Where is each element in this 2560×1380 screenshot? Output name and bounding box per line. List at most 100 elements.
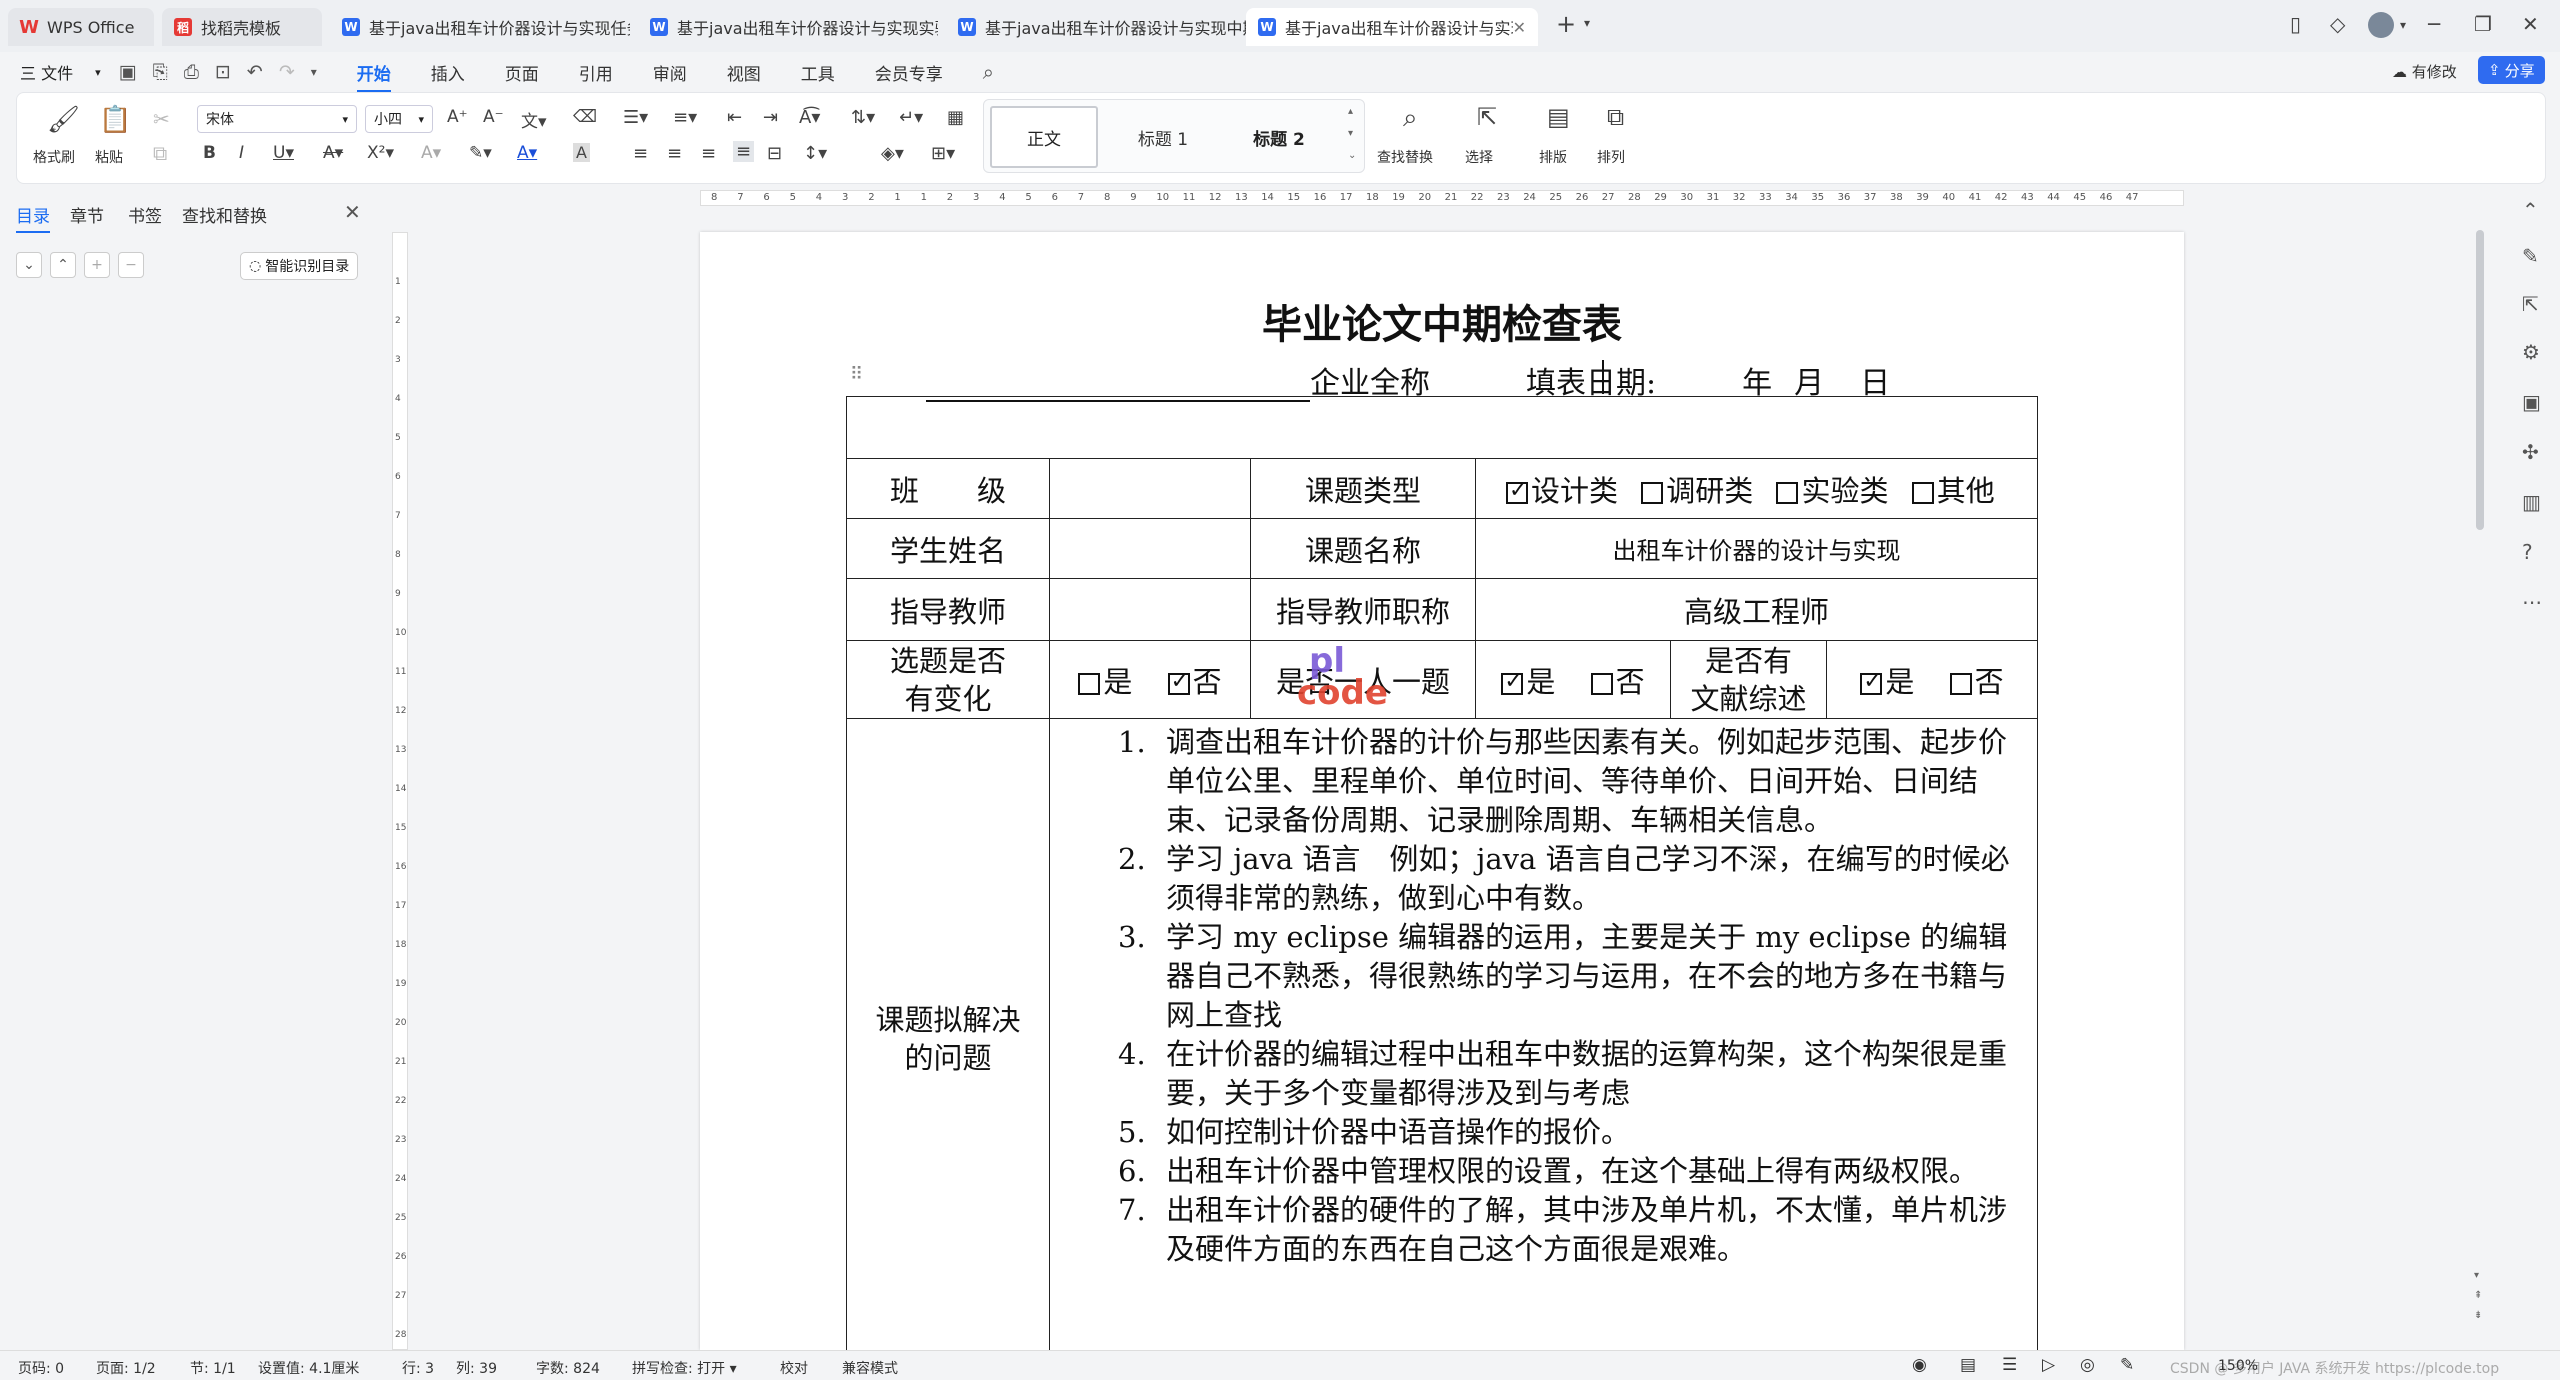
clear-format-icon[interactable]: ⌫	[573, 107, 597, 127]
export-icon[interactable]: ⎘	[153, 61, 168, 83]
style-normal[interactable]: 正文	[990, 106, 1098, 168]
account-chevron-icon[interactable]: ▾	[2400, 18, 2406, 32]
status-spell[interactable]: 拼写检查: 打开 ▾	[632, 1358, 737, 1378]
status-page-number[interactable]: 页码: 0	[18, 1358, 64, 1378]
book-icon[interactable]: ▥	[2522, 490, 2541, 514]
style-scroll-down-icon[interactable]: ▾	[1348, 128, 1353, 139]
avatar[interactable]	[2368, 12, 2394, 38]
increase-indent-icon[interactable]: ⇥	[763, 107, 778, 128]
add-heading-icon[interactable]: +	[84, 252, 110, 278]
font-name-select[interactable]: 宋体 ▾	[197, 105, 357, 133]
checkbox-survey[interactable]: 调研类	[1641, 474, 1753, 508]
tools-icon[interactable]: ✣	[2522, 440, 2539, 464]
table-grid-icon[interactable]: ▦	[947, 107, 964, 128]
eye-icon[interactable]: ◉	[1912, 1355, 1927, 1375]
checkbox-lit-yes[interactable]: 是	[1860, 665, 1914, 699]
web-view-icon[interactable]: ◎	[2080, 1355, 2095, 1375]
status-col[interactable]: 列: 39	[456, 1358, 497, 1378]
remove-heading-icon[interactable]: −	[118, 252, 144, 278]
file-chevron-icon[interactable]: ▾	[95, 66, 101, 79]
menu-view[interactable]: 视图	[727, 60, 761, 85]
layout-icon[interactable]: ▯	[2290, 12, 2301, 36]
table-move-handle-icon[interactable]: ⠿	[850, 364, 863, 385]
sort-icon[interactable]: ⇅▾	[851, 107, 875, 128]
minimize-icon[interactable]: ─	[2428, 12, 2440, 36]
menu-home[interactable]: 开始	[356, 60, 391, 93]
new-tab-icon[interactable]: +	[1556, 10, 1576, 38]
cube-icon[interactable]: ◇	[2330, 12, 2345, 36]
nav-tab-toc[interactable]: 目录	[16, 202, 50, 233]
align-right-icon[interactable]: ≡	[701, 143, 716, 164]
arrange-label[interactable]: 排列	[1597, 147, 1625, 167]
more-icon[interactable]: ⋯	[2522, 590, 2542, 614]
style-more-icon[interactable]: ⌄	[1348, 150, 1356, 161]
align-left-icon[interactable]: ≡	[633, 143, 648, 164]
scrollbar-thumb[interactable]	[2476, 230, 2484, 530]
close-pane-icon[interactable]: ✕	[344, 200, 361, 224]
horizontal-ruler[interactable]: 8 7 6 5 4 3 2 1 1 2 3 4 5 6 7 8 9 10 11 12 13 14 15 16 17 18 19 20 2…	[700, 190, 2184, 206]
menu-tools[interactable]: 工具	[801, 60, 835, 85]
align-center-icon[interactable]: ≡	[667, 143, 682, 164]
checkbox-changed-yes[interactable]: 是	[1078, 665, 1132, 699]
save-icon[interactable]: ▣	[119, 61, 137, 83]
tab-doc-task[interactable]: W 基于java出租车计价器设计与实现任务	[330, 8, 630, 46]
style-heading-1[interactable]: 标题 1	[1108, 106, 1218, 168]
status-page[interactable]: 页面: 1/2	[96, 1358, 156, 1378]
status-proof[interactable]: 校对	[780, 1358, 808, 1378]
collapse-chevron-icon[interactable]: ⌄	[16, 252, 42, 278]
cut-icon[interactable]: ✂	[153, 107, 170, 131]
zoom-level[interactable]: 150%	[2218, 1358, 2258, 1374]
file-menu[interactable]: 三 文件	[20, 60, 73, 84]
smart-toc-button[interactable]: ◌ 智能识别目录	[240, 252, 359, 280]
tab-docer[interactable]: 稻 找稻壳模板	[162, 8, 322, 46]
find-replace-label[interactable]: 查找替换	[1377, 147, 1433, 167]
find-replace-icon[interactable]: ⌕	[1403, 103, 1418, 134]
arrange-icon[interactable]: ⧉	[1607, 103, 1624, 131]
nav-tab-bookmarks[interactable]: 书签	[128, 202, 162, 227]
checkbox-one-no[interactable]: 否	[1590, 665, 1645, 699]
text-direction-icon[interactable]: A͡▾	[799, 107, 820, 128]
share-button[interactable]: ⇪ 分享	[2478, 56, 2545, 84]
play-icon[interactable]: ▷	[2042, 1355, 2055, 1375]
format-painter-label[interactable]: 格式刷	[33, 147, 75, 167]
class-value[interactable]	[1049, 458, 1251, 519]
justify-icon[interactable]: ≡	[733, 141, 755, 162]
font-size-select[interactable]: 小四 ▾	[365, 105, 433, 133]
menu-member[interactable]: 会员专享	[875, 60, 943, 85]
decrease-indent-icon[interactable]: ⇤	[727, 107, 742, 128]
select-label[interactable]: 选择	[1465, 147, 1493, 167]
status-words[interactable]: 字数: 824	[536, 1358, 600, 1378]
menu-references[interactable]: 引用	[579, 60, 613, 85]
advisor-value[interactable]	[1049, 578, 1251, 641]
menu-review[interactable]: 审阅	[653, 60, 687, 85]
prev-page-icon[interactable]: ⇞	[2474, 1290, 2482, 1301]
close-tab-icon[interactable]: ✕	[1513, 18, 1526, 37]
status-section[interactable]: 节: 1/1	[190, 1358, 236, 1378]
adjust-icon[interactable]: ⚙	[2522, 340, 2540, 364]
layout-typeset-icon[interactable]: ▤	[1547, 103, 1570, 131]
next-page-icon[interactable]: ⇟	[2474, 1310, 2482, 1321]
student-name-value[interactable]	[1049, 518, 1251, 579]
vertical-scrollbar[interactable]: ▾ ⇞ ⇟	[2474, 190, 2486, 1340]
underline-icon[interactable]: U▾	[273, 143, 294, 163]
issues-cell[interactable]: 调查出租车计价器的计价与那些因素有关。例如起步范围、起步价单位公里、里程单价、单…	[1049, 718, 2038, 1350]
undo-icon[interactable]: ↶	[247, 61, 263, 83]
expand-chevron-icon[interactable]: ⌃	[50, 252, 76, 278]
tab-list-chevron-icon[interactable]: ▾	[1584, 16, 1590, 30]
tab-doc-mid[interactable]: W 基于java出租车计价器设计与实现中期	[946, 8, 1246, 46]
shading-icon[interactable]: ◈▾	[881, 143, 904, 164]
vertical-ruler[interactable]: 1 2 3 4 5 6 7 8 9 10 11 12 13 14 15 16 17 18 19 20 21 22 23 24 2…	[392, 232, 408, 1350]
status-row[interactable]: 行: 3	[402, 1358, 434, 1378]
midterm-check-table[interactable]: 班 级 课题类型 设计类 调研类 实验类 其他 学生姓名 课题名称 出租车计价器…	[846, 396, 2038, 1350]
tab-doc-current[interactable]: W 基于java出租车计价器设计与实现 ✕	[1246, 8, 1538, 46]
char-shading-icon[interactable]: A	[573, 143, 590, 162]
show-marks-icon[interactable]: ↵▾	[899, 107, 923, 128]
paste-label[interactable]: 粘贴	[95, 147, 123, 167]
checkbox-other[interactable]: 其他	[1911, 474, 1995, 508]
font-color-icon[interactable]: A▾	[517, 143, 537, 163]
pointer-icon[interactable]: ⇱	[2522, 292, 2539, 316]
phonetic-icon[interactable]: 文▾	[521, 107, 547, 132]
numbering-icon[interactable]: ≡▾	[673, 107, 697, 128]
checkbox-one-yes[interactable]: 是	[1501, 665, 1555, 699]
select-icon[interactable]: ⇱	[1477, 103, 1497, 131]
